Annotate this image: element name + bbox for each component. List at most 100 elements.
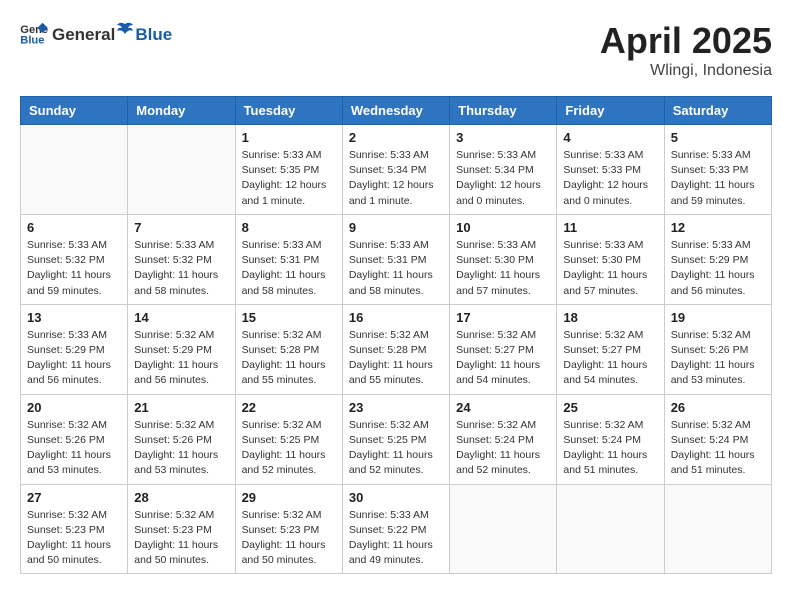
day-info: Sunrise: 5:32 AM Sunset: 5:23 PM Dayligh… (242, 508, 336, 569)
day-number: 20 (27, 400, 121, 415)
calendar-cell: 18 Sunrise: 5:32 AM Sunset: 5:27 PM Dayli… (557, 304, 664, 394)
weekday-header-wednesday: Wednesday (342, 97, 449, 125)
weekday-header-thursday: Thursday (450, 97, 557, 125)
calendar-cell (664, 484, 771, 574)
day-info: Sunrise: 5:33 AM Sunset: 5:35 PM Dayligh… (242, 148, 336, 209)
day-info: Sunrise: 5:32 AM Sunset: 5:24 PM Dayligh… (671, 418, 765, 479)
day-info: Sunrise: 5:33 AM Sunset: 5:32 PM Dayligh… (27, 238, 121, 299)
day-info: Sunrise: 5:32 AM Sunset: 5:26 PM Dayligh… (671, 328, 765, 389)
day-number: 26 (671, 400, 765, 415)
day-number: 24 (456, 400, 550, 415)
day-number: 15 (242, 310, 336, 325)
calendar-cell: 29 Sunrise: 5:32 AM Sunset: 5:23 PM Dayli… (235, 484, 342, 574)
day-number: 9 (349, 220, 443, 235)
logo: General Blue General Blue (20, 20, 172, 45)
week-row-1: 1 Sunrise: 5:33 AM Sunset: 5:35 PM Daylig… (21, 125, 772, 215)
calendar-cell: 24 Sunrise: 5:32 AM Sunset: 5:24 PM Dayli… (450, 394, 557, 484)
calendar-cell: 30 Sunrise: 5:33 AM Sunset: 5:22 PM Dayli… (342, 484, 449, 574)
title-block: April 2025 Wlingi, Indonesia (600, 20, 772, 80)
calendar-cell (21, 125, 128, 215)
logo-bird-icon (116, 20, 134, 40)
day-number: 25 (563, 400, 657, 415)
day-info: Sunrise: 5:33 AM Sunset: 5:34 PM Dayligh… (349, 148, 443, 209)
day-number: 30 (349, 490, 443, 505)
day-number: 19 (671, 310, 765, 325)
weekday-header-sunday: Sunday (21, 97, 128, 125)
calendar-cell: 10Sunrise: 5:33 AM Sunset: 5:30 PM Dayli… (450, 214, 557, 304)
day-number: 6 (27, 220, 121, 235)
calendar-cell (450, 484, 557, 574)
day-number: 4 (563, 130, 657, 145)
calendar-cell: 2 Sunrise: 5:33 AM Sunset: 5:34 PM Daylig… (342, 125, 449, 215)
day-info: Sunrise: 5:32 AM Sunset: 5:24 PM Dayligh… (456, 418, 550, 479)
logo-blue-text: Blue (135, 25, 172, 45)
day-number: 13 (27, 310, 121, 325)
day-number: 1 (242, 130, 336, 145)
calendar-cell: 19 Sunrise: 5:32 AM Sunset: 5:26 PM Dayli… (664, 304, 771, 394)
day-number: 27 (27, 490, 121, 505)
day-number: 22 (242, 400, 336, 415)
logo-general-text: General (52, 25, 115, 45)
calendar-cell: 20 Sunrise: 5:32 AM Sunset: 5:26 PM Dayli… (21, 394, 128, 484)
svg-text:Blue: Blue (20, 34, 44, 45)
calendar-cell (128, 125, 235, 215)
day-info: Sunrise: 5:33 AM Sunset: 5:29 PM Dayligh… (27, 328, 121, 389)
weekday-header-saturday: Saturday (664, 97, 771, 125)
day-number: 18 (563, 310, 657, 325)
weekday-header-tuesday: Tuesday (235, 97, 342, 125)
calendar-cell: 9 Sunrise: 5:33 AM Sunset: 5:31 PM Daylig… (342, 214, 449, 304)
day-number: 11 (563, 220, 657, 235)
week-row-2: 6 Sunrise: 5:33 AM Sunset: 5:32 PM Daylig… (21, 214, 772, 304)
calendar-cell: 1 Sunrise: 5:33 AM Sunset: 5:35 PM Daylig… (235, 125, 342, 215)
day-number: 14 (134, 310, 228, 325)
day-info: Sunrise: 5:33 AM Sunset: 5:33 PM Dayligh… (563, 148, 657, 209)
calendar-cell: 14Sunrise: 5:32 AM Sunset: 5:29 PM Dayli… (128, 304, 235, 394)
day-info: Sunrise: 5:33 AM Sunset: 5:32 PM Dayligh… (134, 238, 228, 299)
day-number: 29 (242, 490, 336, 505)
day-number: 28 (134, 490, 228, 505)
day-info: Sunrise: 5:33 AM Sunset: 5:22 PM Dayligh… (349, 508, 443, 569)
day-number: 16 (349, 310, 443, 325)
day-info: Sunrise: 5:32 AM Sunset: 5:24 PM Dayligh… (563, 418, 657, 479)
day-info: Sunrise: 5:32 AM Sunset: 5:26 PM Dayligh… (27, 418, 121, 479)
calendar-cell: 23Sunrise: 5:32 AM Sunset: 5:25 PM Dayli… (342, 394, 449, 484)
day-number: 8 (242, 220, 336, 235)
day-number: 17 (456, 310, 550, 325)
day-info: Sunrise: 5:33 AM Sunset: 5:34 PM Dayligh… (456, 148, 550, 209)
day-info: Sunrise: 5:32 AM Sunset: 5:25 PM Dayligh… (242, 418, 336, 479)
day-info: Sunrise: 5:32 AM Sunset: 5:26 PM Dayligh… (134, 418, 228, 479)
day-info: Sunrise: 5:33 AM Sunset: 5:30 PM Dayligh… (456, 238, 550, 299)
day-number: 12 (671, 220, 765, 235)
day-number: 7 (134, 220, 228, 235)
calendar-cell: 4 Sunrise: 5:33 AM Sunset: 5:33 PM Daylig… (557, 125, 664, 215)
calendar-location: Wlingi, Indonesia (600, 62, 772, 80)
day-number: 2 (349, 130, 443, 145)
calendar-cell: 6 Sunrise: 5:33 AM Sunset: 5:32 PM Daylig… (21, 214, 128, 304)
weekday-header-row: SundayMondayTuesdayWednesdayThursdayFrid… (21, 97, 772, 125)
calendar-cell: 27Sunrise: 5:32 AM Sunset: 5:23 PM Dayli… (21, 484, 128, 574)
calendar-cell: 8Sunrise: 5:33 AM Sunset: 5:31 PM Daylig… (235, 214, 342, 304)
week-row-4: 20 Sunrise: 5:32 AM Sunset: 5:26 PM Dayli… (21, 394, 772, 484)
day-info: Sunrise: 5:33 AM Sunset: 5:30 PM Dayligh… (563, 238, 657, 299)
day-info: Sunrise: 5:32 AM Sunset: 5:28 PM Dayligh… (242, 328, 336, 389)
week-row-3: 13 Sunrise: 5:33 AM Sunset: 5:29 PM Dayli… (21, 304, 772, 394)
day-info: Sunrise: 5:33 AM Sunset: 5:33 PM Dayligh… (671, 148, 765, 209)
page-header: General Blue General Blue April 2025 Wli… (20, 20, 772, 80)
weekday-header-friday: Friday (557, 97, 664, 125)
day-info: Sunrise: 5:32 AM Sunset: 5:27 PM Dayligh… (456, 328, 550, 389)
logo-icon: General Blue (20, 21, 48, 45)
day-number: 3 (456, 130, 550, 145)
calendar-cell: 25 Sunrise: 5:32 AM Sunset: 5:24 PM Dayli… (557, 394, 664, 484)
day-info: Sunrise: 5:32 AM Sunset: 5:25 PM Dayligh… (349, 418, 443, 479)
calendar-cell: 16 Sunrise: 5:32 AM Sunset: 5:28 PM Dayli… (342, 304, 449, 394)
day-info: Sunrise: 5:32 AM Sunset: 5:27 PM Dayligh… (563, 328, 657, 389)
calendar-cell: 26 Sunrise: 5:32 AM Sunset: 5:24 PM Dayli… (664, 394, 771, 484)
week-row-5: 27 Sunrise: 5:32 AM Sunset: 5:23 PM Dayli… (21, 484, 772, 574)
calendar-cell: 12Sunrise: 5:33 AM Sunset: 5:29 PM Dayli… (664, 214, 771, 304)
calendar-table: SundayMondayTuesdayWednesdayThursdayFrid… (20, 96, 772, 574)
day-info: Sunrise: 5:32 AM Sunset: 5:23 PM Dayligh… (134, 508, 228, 569)
day-info: Sunrise: 5:33 AM Sunset: 5:31 PM Dayligh… (349, 238, 443, 299)
calendar-cell: 11 Sunrise: 5:33 AM Sunset: 5:30 PM Dayli… (557, 214, 664, 304)
day-info: Sunrise: 5:32 AM Sunset: 5:28 PM Dayligh… (349, 328, 443, 389)
calendar-cell: 28 Sunrise: 5:32 AM Sunset: 5:23 PM Dayli… (128, 484, 235, 574)
